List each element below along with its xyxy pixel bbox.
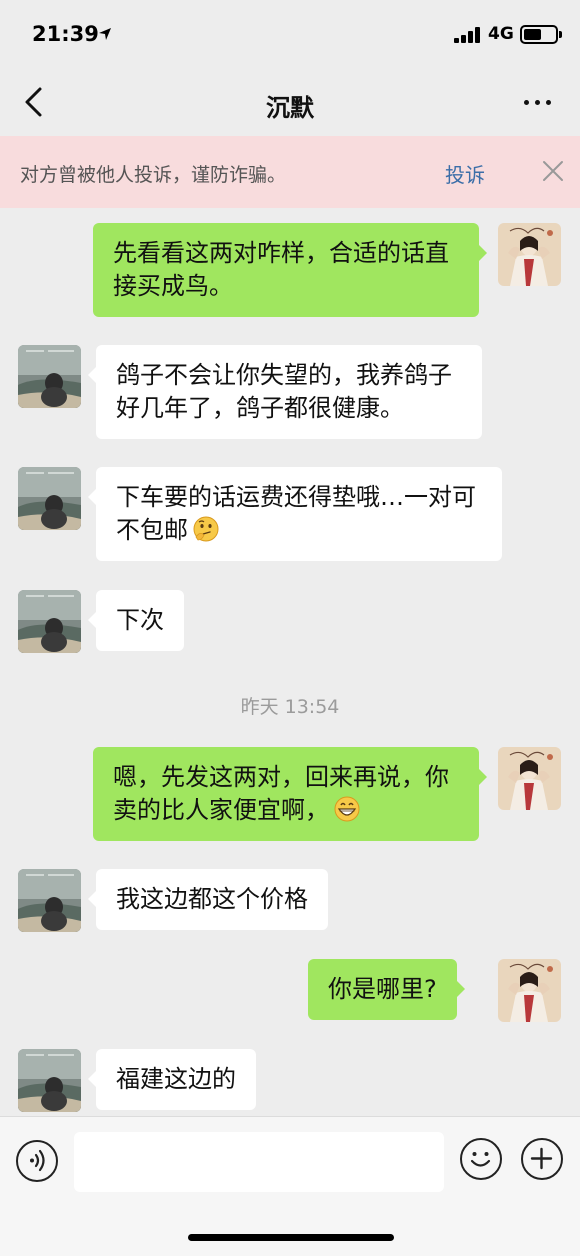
voice-wave-icon [30,1149,45,1172]
nav-bar: 沉默 [0,70,580,136]
close-icon[interactable] [540,158,566,184]
contact-avatar-image [18,869,81,932]
voice-input-button[interactable] [16,1140,58,1182]
message-input[interactable] [74,1132,444,1192]
contact-avatar[interactable] [18,590,81,653]
message-bubble-outgoing[interactable]: 先看看这两对咋样，合适的话直接买成鸟。 [93,223,487,317]
contact-avatar[interactable] [18,467,81,530]
contact-avatar[interactable] [18,1049,81,1112]
plus-icon [530,1147,553,1170]
self-avatar-image [498,959,561,1022]
self-avatar[interactable] [498,747,561,810]
location-arrow-icon [99,28,111,40]
message-text: 先看看这两对咋样，合适的话直接买成鸟。 [113,239,449,300]
contact-avatar[interactable] [18,345,81,408]
more-functions-button[interactable] [521,1138,563,1180]
contact-avatar-image [18,1049,81,1112]
battery-tip [559,31,562,38]
message-text: 我这边都这个价格 [116,885,308,913]
fraud-warning-banner: 对方曾被他人投诉，谨防诈骗。 投诉 [0,136,580,208]
message-bubble-incoming[interactable]: 下次 [88,590,184,651]
message-bubble-incoming[interactable]: 福建这边的 [88,1049,256,1110]
message-text: 鸽子不会让你失望的，我养鸽子好几年了，鸽子都很健康。 [116,361,452,422]
home-indicator [188,1234,394,1241]
message-bubble-incoming[interactable]: 我这边都这个价格 [88,869,328,930]
message-bubble-incoming[interactable]: 下车要的话运费还得垫哦…一对可不包邮 [88,467,502,561]
timestamp-separator: 昨天 13:54 [240,696,340,718]
contact-avatar[interactable] [18,869,81,932]
status-time: 21:39 [32,22,99,46]
self-avatar[interactable] [498,223,561,286]
contact-avatar-image [18,345,81,408]
message-bubble-incoming[interactable]: 鸽子不会让你失望的，我养鸽子好几年了，鸽子都很健康。 [88,345,482,439]
warning-text: 对方曾被他人投诉，谨防诈骗。 [20,164,287,186]
message-bubble-outgoing[interactable]: 你是哪里? [308,959,465,1020]
battery-icon [520,25,558,44]
contact-avatar-image [18,467,81,530]
chat-title: 沉默 [266,94,314,122]
message-bubble-outgoing[interactable]: 嗯，先发这两对，回来再说，你卖的比人家便宜啊， [93,747,487,841]
message-text: 下车要的话运费还得垫哦…一对可不包邮 [116,483,476,544]
message-text: 下次 [116,606,164,634]
cellular-signal-icon [454,27,482,43]
self-avatar-image [498,747,561,810]
message-text: 福建这边的 [116,1065,236,1093]
network-type: 4G [488,24,514,44]
contact-avatar-image [18,590,81,653]
thinking-face-emoji-icon [193,516,219,542]
smiley-face-icon [470,1152,491,1167]
message-text: 你是哪里? [328,975,437,1003]
battery-level [524,29,541,40]
more-options-icon[interactable] [518,90,558,114]
self-avatar[interactable] [498,959,561,1022]
grinning-face-emoji-icon [334,796,360,822]
emoji-button[interactable] [460,1138,502,1180]
message-text: 嗯，先发这两对，回来再说，你卖的比人家便宜啊， [113,763,449,824]
report-button[interactable]: 投诉 [445,159,485,188]
status-bar: 21:39 4G [0,0,580,70]
self-avatar-image [498,223,561,286]
